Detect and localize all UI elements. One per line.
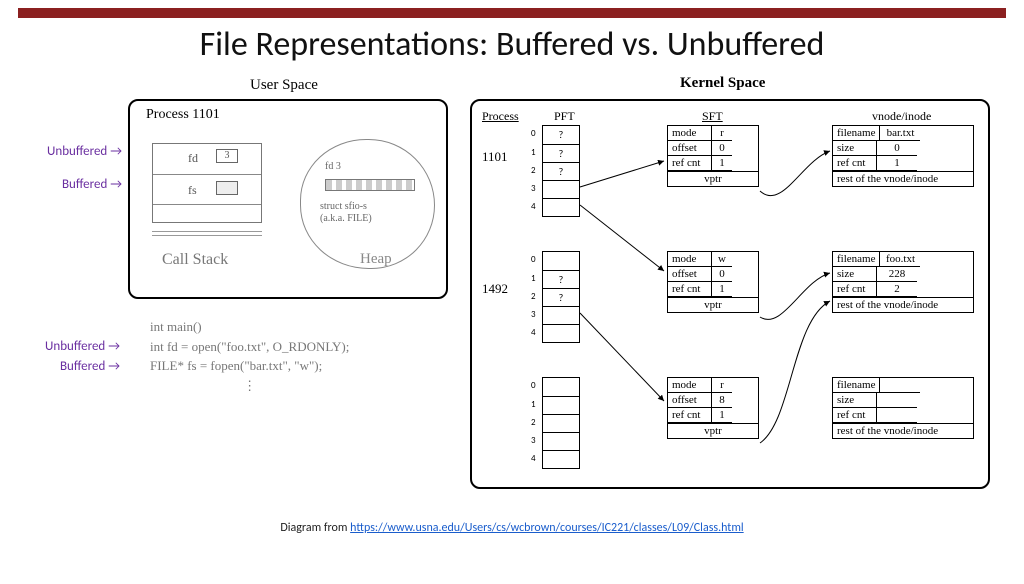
sft-3: moder offset8 ref cnt1 vptr xyxy=(667,377,759,439)
pft-1101: 0? 1? 2? 3 4 xyxy=(542,125,580,217)
slide-title: File Representations: Buffered vs. Unbuf… xyxy=(0,24,1024,65)
pid-1492: 1492 xyxy=(482,281,508,297)
hdr-process: Process xyxy=(482,109,519,124)
sft-1: moder offset0 ref cnt1 vptr xyxy=(667,125,759,187)
title-bar xyxy=(18,8,1006,18)
kernel-space-label: Kernel Space xyxy=(680,75,765,92)
heap-fd-label: fd 3 xyxy=(325,161,341,172)
pid-1101: 1101 xyxy=(482,149,508,165)
code-fs: FILE* fs = fopen("bar.txt", "w"); xyxy=(150,356,349,376)
source-footer: Diagram from https://www.usna.edu/Users/… xyxy=(0,521,1024,535)
code-area: int main() int fd = open("foo.txt", O_RD… xyxy=(150,317,349,395)
heap-struct-label: struct sfio-s(a.k.a. FILE) xyxy=(320,201,372,225)
user-space-box: Process 1101 fd 3 fs Call Stack fd 3 str… xyxy=(128,99,448,299)
code-main: int main() xyxy=(150,317,349,337)
annot-unbuffered-1: Unbuffered xyxy=(30,144,122,159)
footer-prefix: Diagram from xyxy=(280,521,350,535)
call-stack-frame xyxy=(152,143,262,223)
fd-value-box: 3 xyxy=(216,149,238,163)
hdr-pft: PFT xyxy=(554,109,575,124)
code-fd: int fd = open("foo.txt", O_RDONLY); xyxy=(150,337,349,357)
fs-value-box xyxy=(216,181,238,195)
hdr-vnode: vnode/inode xyxy=(872,109,931,124)
heap-label: Heap xyxy=(360,251,392,268)
annot-buffered-1: Buffered xyxy=(30,177,122,192)
annot-buffered-2: Buffered xyxy=(30,359,120,374)
fd-label: fd xyxy=(188,151,198,166)
diagram-area: User Space Kernel Space Unbuffered Buffe… xyxy=(0,69,1024,539)
fs-label: fs xyxy=(188,183,197,198)
heap-buffer-bar xyxy=(325,179,415,191)
vnode-3: filename size ref cnt rest of the vnode/… xyxy=(832,377,974,439)
pft-3: 0 1 2 3 4 xyxy=(542,377,580,469)
pft-1492: 0 1? 2? 3 4 xyxy=(542,251,580,343)
vnode-2: filenamefoo.txt size228 ref cnt2 rest of… xyxy=(832,251,974,313)
vnode-1: filenamebar.txt size0 ref cnt1 rest of t… xyxy=(832,125,974,187)
user-space-label: User Space xyxy=(250,77,318,94)
annot-unbuffered-2: Unbuffered xyxy=(30,339,120,354)
call-stack-label: Call Stack xyxy=(162,251,228,269)
code-dots: ⋮ xyxy=(150,376,349,396)
kernel-space-box: Process PFT SFT vnode/inode 1101 1492 0?… xyxy=(470,99,990,489)
stack-base xyxy=(152,231,262,239)
process-label: Process 1101 xyxy=(146,107,220,123)
hdr-sft: SFT xyxy=(702,109,723,124)
footer-link[interactable]: https://www.usna.edu/Users/cs/wcbrown/co… xyxy=(350,521,744,535)
sft-2: modew offset0 ref cnt1 vptr xyxy=(667,251,759,313)
